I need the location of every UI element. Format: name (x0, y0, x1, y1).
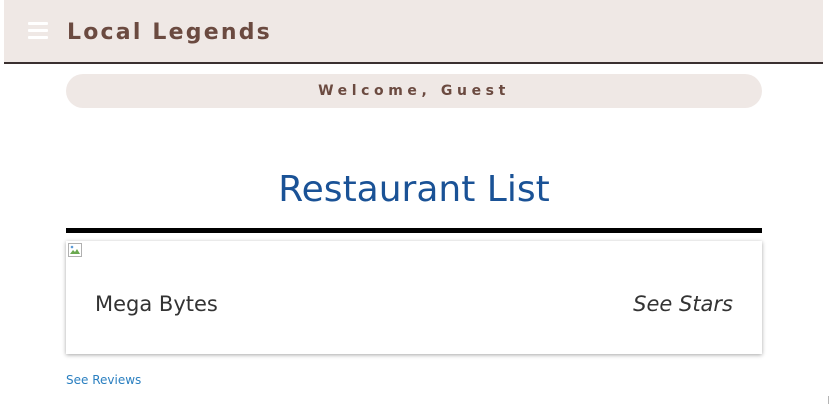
hamburger-bar (28, 36, 48, 39)
hamburger-bar (28, 29, 48, 32)
restaurant-card: Mega Bytes See Stars (66, 241, 762, 354)
see-stars-link[interactable]: See Stars (633, 290, 733, 318)
page-title: Restaurant List (278, 169, 550, 210)
app-container: Local Legends Welcome, Guest Restaurant … (4, 0, 823, 406)
see-reviews-link[interactable]: See Reviews (66, 372, 141, 388)
hamburger-menu-icon[interactable] (28, 22, 48, 40)
scrollbar-thumb[interactable] (828, 396, 829, 404)
title-divider (66, 228, 762, 233)
scrollbar[interactable] (823, 0, 835, 406)
page: Local Legends Welcome, Guest Restaurant … (0, 0, 835, 406)
hamburger-bar (28, 22, 48, 25)
broken-image-icon (68, 243, 82, 257)
brand-title[interactable]: Local Legends (67, 19, 272, 47)
restaurant-name: Mega Bytes (95, 292, 218, 316)
welcome-banner: Welcome, Guest (66, 74, 762, 108)
navbar: Local Legends (4, 0, 823, 64)
